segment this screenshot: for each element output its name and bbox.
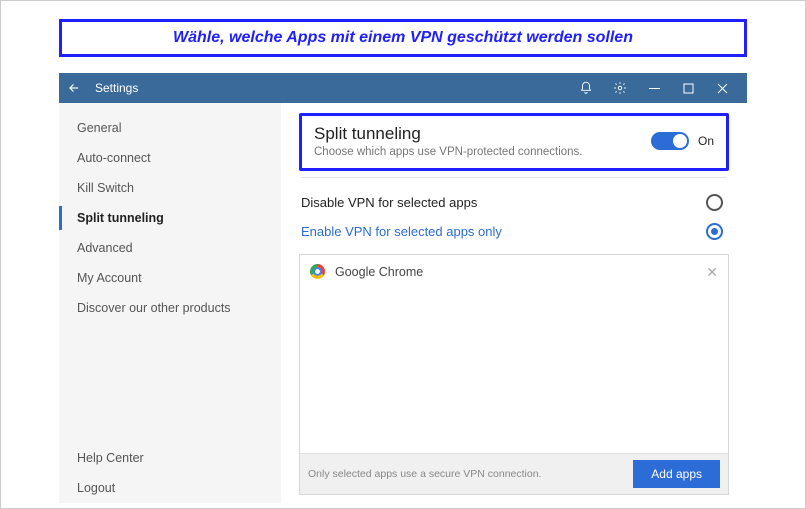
divider <box>301 177 727 178</box>
app-name: Google Chrome <box>335 265 423 279</box>
option-disable-vpn[interactable]: Disable VPN for selected apps <box>299 188 729 217</box>
add-apps-button[interactable]: Add apps <box>633 460 720 488</box>
section-subtitle: Choose which apps use VPN-protected conn… <box>314 146 583 158</box>
apps-list-box: Google Chrome ✕ Only selected apps use a… <box>299 254 729 495</box>
bell-icon[interactable] <box>569 73 603 103</box>
sidebar-item-general[interactable]: General <box>59 113 281 143</box>
remove-app-icon[interactable]: ✕ <box>706 265 718 279</box>
section-title: Split tunneling <box>314 124 583 144</box>
split-tunneling-toggle[interactable]: On <box>651 132 714 150</box>
option-label: Enable VPN for selected apps only <box>301 224 502 239</box>
sidebar: General Auto-connect Kill Switch Split t… <box>59 103 281 503</box>
radio-icon <box>706 194 723 211</box>
sidebar-label: Split tunneling <box>77 211 164 225</box>
option-label: Disable VPN for selected apps <box>301 195 477 210</box>
section-header: Split tunneling Choose which apps use VP… <box>299 113 729 171</box>
option-enable-vpn-only[interactable]: Enable VPN for selected apps only <box>299 217 729 246</box>
apps-empty-area <box>300 288 728 453</box>
sidebar-item-autoconnect[interactable]: Auto-connect <box>59 143 281 173</box>
sidebar-label: Help Center <box>77 451 144 465</box>
gear-icon[interactable] <box>603 73 637 103</box>
chrome-icon <box>310 264 325 279</box>
sidebar-item-logout[interactable]: Logout <box>59 473 281 503</box>
maximize-button[interactable] <box>671 73 705 103</box>
radio-icon <box>706 223 723 240</box>
minimize-button[interactable] <box>637 73 671 103</box>
sidebar-label: General <box>77 121 121 135</box>
window-title: Settings <box>95 81 138 95</box>
close-button[interactable] <box>705 73 739 103</box>
app-body: General Auto-connect Kill Switch Split t… <box>59 103 747 503</box>
sidebar-label: Logout <box>77 481 115 495</box>
main-panel: Split tunneling Choose which apps use VP… <box>281 103 747 503</box>
titlebar: Settings <box>59 73 747 103</box>
sidebar-item-split-tunneling[interactable]: Split tunneling <box>59 203 281 233</box>
sidebar-item-help[interactable]: Help Center <box>59 443 281 473</box>
annotation-text: Wähle, welche Apps mit einem VPN geschüt… <box>173 29 633 47</box>
back-button[interactable] <box>67 81 81 95</box>
sidebar-item-advanced[interactable]: Advanced <box>59 233 281 263</box>
sidebar-label: Kill Switch <box>77 181 134 195</box>
sidebar-item-discover[interactable]: Discover our other products <box>59 293 281 323</box>
sidebar-item-killswitch[interactable]: Kill Switch <box>59 173 281 203</box>
sidebar-label: Auto-connect <box>77 151 151 165</box>
app-row[interactable]: Google Chrome ✕ <box>300 255 728 288</box>
annotation-banner: Wähle, welche Apps mit einem VPN geschüt… <box>59 19 747 57</box>
sidebar-label: Advanced <box>77 241 133 255</box>
sidebar-item-myaccount[interactable]: My Account <box>59 263 281 293</box>
toggle-label: On <box>698 134 714 148</box>
apps-footer-hint: Only selected apps use a secure VPN conn… <box>308 468 541 480</box>
sidebar-label: My Account <box>77 271 142 285</box>
apps-footer: Only selected apps use a secure VPN conn… <box>300 453 728 494</box>
toggle-switch-icon <box>651 132 689 150</box>
sidebar-label: Discover our other products <box>77 301 231 315</box>
